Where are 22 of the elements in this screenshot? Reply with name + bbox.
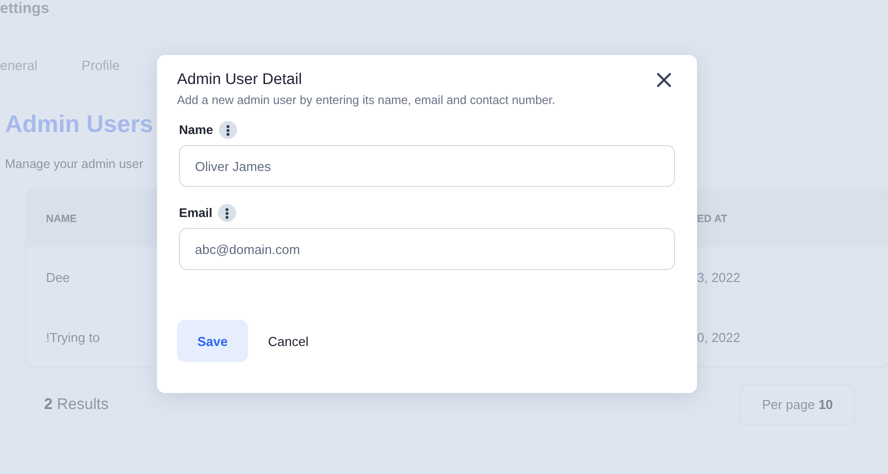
results-count: 2 Results	[44, 396, 109, 414]
cancel-button[interactable]: Cancel	[268, 320, 308, 362]
dialog-description: Add a new admin user by entering its name, email and contact number.	[177, 93, 556, 107]
column-header: ED AT	[697, 212, 728, 224]
per-page-button[interactable]: Per page 10	[740, 384, 855, 425]
close-icon[interactable]	[657, 73, 671, 87]
input-field[interactable]: Oliver James	[179, 145, 675, 187]
table-cell: 0, 2022	[697, 330, 740, 344]
field-label: Email	[179, 206, 212, 220]
page-title: ettings	[0, 0, 50, 18]
table-cell: 3, 2022	[697, 270, 740, 284]
input-field[interactable]: abc@domain.com	[179, 228, 675, 270]
page-heading: Admin Users	[5, 111, 154, 139]
dialog-title: Admin User Detail	[177, 71, 302, 89]
table-cell: !Trying to	[46, 330, 100, 344]
column-header: NAME	[46, 212, 77, 224]
save-button[interactable]: Save	[177, 320, 248, 362]
field-label: Name	[179, 123, 214, 137]
info-icon[interactable]	[218, 204, 236, 222]
info-icon[interactable]	[219, 121, 238, 139]
page-subtitle: Manage your admin user	[5, 157, 144, 171]
table-cell: Dee	[46, 270, 70, 284]
